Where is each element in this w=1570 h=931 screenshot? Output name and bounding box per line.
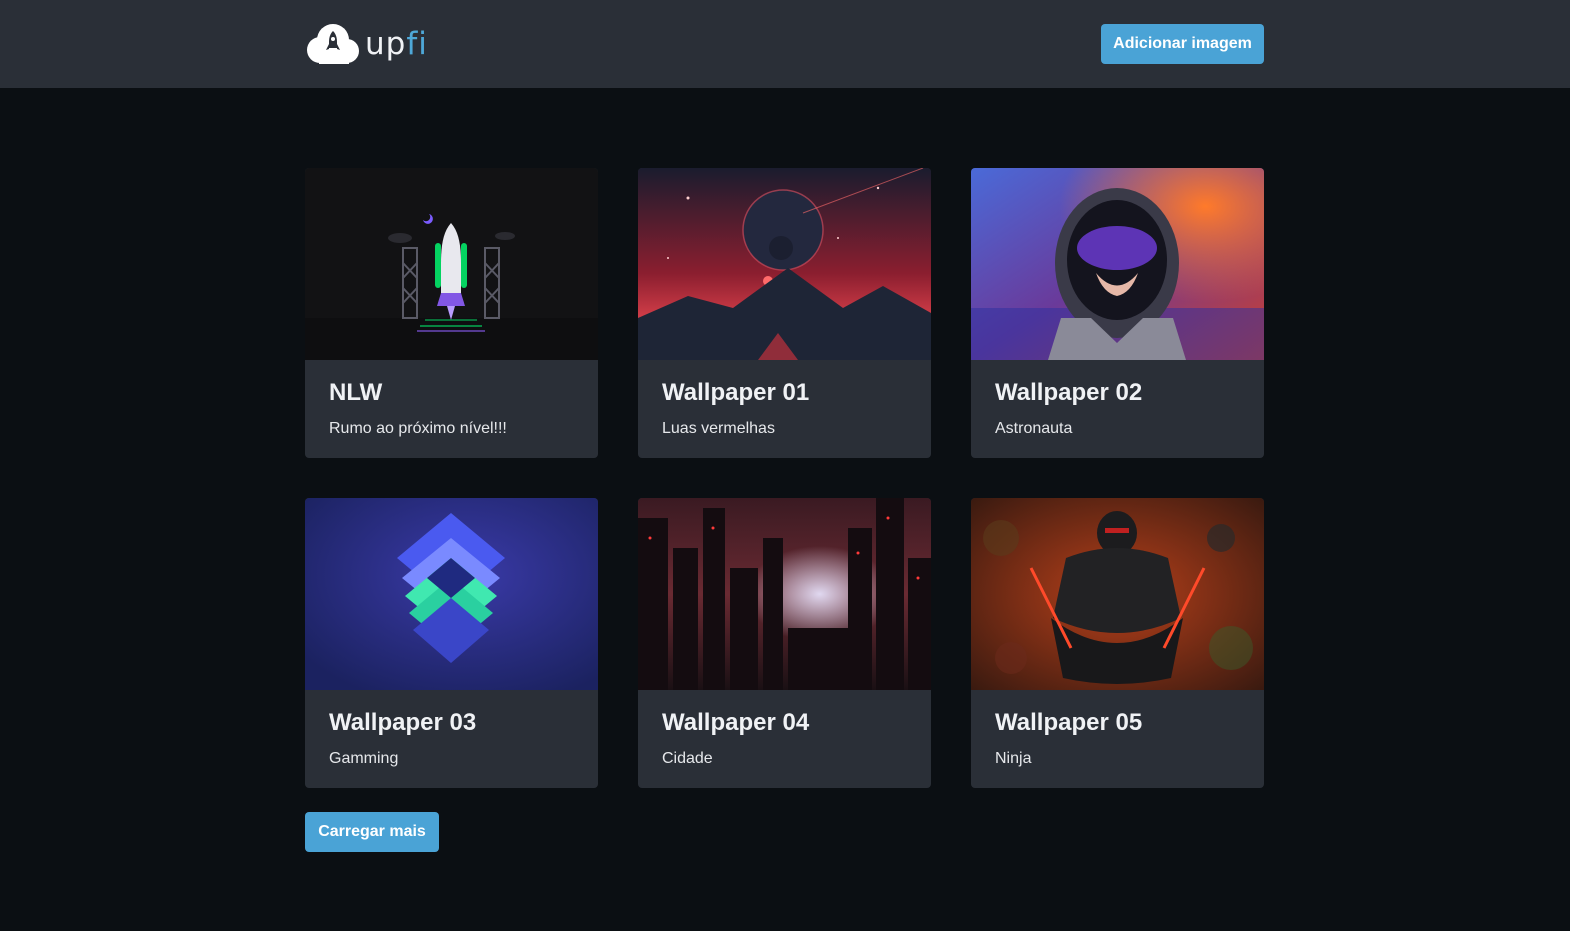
card-title: Wallpaper 02 [995,379,1143,406]
card-title: Wallpaper 03 [329,709,477,736]
card-title: NLW [329,379,383,406]
card-image-city[interactable] [638,498,931,690]
logo-wordmark: upfi [365,26,428,62]
card-title: Wallpaper 05 [995,709,1143,736]
card-description: Rumo ao próximo nível!!! [329,420,507,437]
card-image-red-moons[interactable] [638,168,931,360]
card-description: Ninja [995,750,1032,767]
card-image-rocket[interactable] [305,168,598,360]
card-image-diamond[interactable] [305,498,598,690]
top-header: upfi Adicionar imagem [0,0,1570,88]
card-title: Wallpaper 04 [662,709,810,736]
image-card[interactable]: Wallpaper 02 Astronauta [971,168,1264,458]
image-card[interactable]: Wallpaper 05 Ninja [971,498,1264,788]
card-title: Wallpaper 01 [662,379,810,406]
image-card[interactable]: Wallpaper 01 Luas vermelhas [638,168,931,458]
card-image-astronaut[interactable] [971,168,1264,360]
load-more-button[interactable]: Carregar mais [305,812,439,852]
add-image-button[interactable]: Adicionar imagem [1101,24,1264,64]
card-description: Astronauta [995,420,1073,437]
image-card[interactable]: NLW Rumo ao próximo nível!!! [305,168,598,458]
card-description: Cidade [662,750,713,767]
image-card[interactable]: Wallpaper 03 Gamming [305,498,598,788]
cloud-rocket-icon [307,24,359,64]
card-image-ninja[interactable] [971,498,1264,690]
card-description: Luas vermelhas [662,420,775,437]
card-description: Gamming [329,750,399,767]
image-card[interactable]: Wallpaper 04 Cidade [638,498,931,788]
upfi-logo[interactable]: upfi [305,22,428,66]
